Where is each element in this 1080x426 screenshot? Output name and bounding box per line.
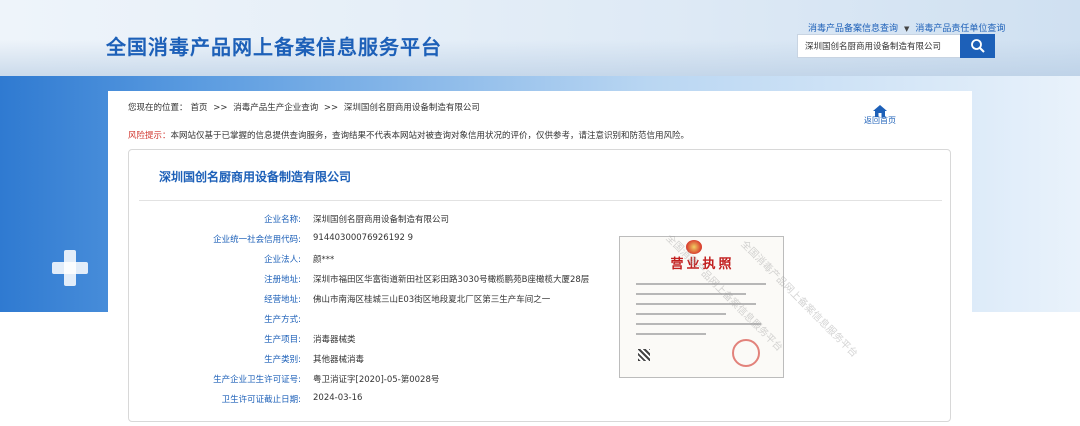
- risk-notice: 风险提示：本网站仅基于已掌握的信息提供查询服务，查询结果不代表本网站对被查询对象…: [128, 129, 689, 141]
- field-value: 消毒器械类: [313, 335, 356, 345]
- field-value: 深圳国创名厨商用设备制造有限公司: [313, 215, 450, 225]
- qr-code-icon: [638, 349, 650, 361]
- medical-cross-icon: [50, 248, 90, 288]
- field-label: 企业法人:: [264, 255, 301, 265]
- breadcrumb-enterprise-query[interactable]: 消毒产品生产企业查询: [233, 103, 318, 113]
- return-home-link[interactable]: 返回首页: [864, 105, 896, 126]
- link-unit-query[interactable]: 消毒产品责任单位查询: [915, 24, 1005, 34]
- field-value: 深圳市福田区华富街道新田社区彩田路3030号橄榄鹏苑B座橄榄大厦28层: [313, 275, 590, 285]
- field-value: 其他器械消毒: [313, 355, 365, 365]
- company-title: 深圳国创名厨商用设备制造有限公司: [159, 170, 352, 184]
- license-text-line: [636, 323, 761, 325]
- field-value: 颜***: [313, 255, 335, 265]
- field-label: 生产类别:: [264, 355, 301, 365]
- breadcrumb-current: 深圳国创名厨商用设备制造有限公司: [343, 103, 480, 113]
- breadcrumb-separator: >>: [323, 103, 339, 113]
- search-button[interactable]: [960, 34, 995, 58]
- license-text-line: [636, 313, 726, 315]
- top-links: 消毒产品备案信息查询 ▼ 消毒产品责任单位查询: [808, 21, 1011, 34]
- field-label: 卫生许可证截止日期:: [221, 395, 301, 405]
- field-label: 经营地址:: [264, 295, 301, 305]
- risk-notice-head: 风险提示：: [128, 131, 171, 141]
- official-seal-icon: [732, 339, 760, 367]
- breadcrumb-prefix: 您现在的位置：: [128, 103, 188, 113]
- field-label: 生产方式:: [264, 315, 301, 325]
- license-text-line: [636, 333, 706, 335]
- search-box: [797, 34, 995, 58]
- search-input[interactable]: [797, 34, 961, 58]
- license-text-line: [636, 283, 766, 285]
- divider: [139, 200, 942, 201]
- field-label: 企业名称:: [264, 215, 301, 225]
- search-icon: [970, 39, 985, 53]
- field-value: 佛山市南海区桂城三山E03街区地段夏北厂区第三生产车间之一: [313, 295, 551, 305]
- field-label: 注册地址:: [264, 275, 301, 285]
- risk-notice-text: 本网站仅基于已掌握的信息提供查询服务，查询结果不代表本网站对被查询对象信用状况的…: [170, 131, 690, 141]
- field-label: 企业统一社会信用代码:: [213, 235, 301, 245]
- field-label: 生产企业卫生许可证号:: [213, 375, 301, 385]
- dropdown-arrow-icon[interactable]: ▼: [904, 25, 909, 33]
- content-panel: 您现在的位置： 首页 >> 消毒产品生产企业查询 >> 深圳国创名厨商用设备制造有…: [108, 91, 972, 426]
- field-value: 粤卫消证字[2020]-05-第0028号: [313, 375, 440, 385]
- field-value: 91440300076926192 9: [313, 233, 414, 243]
- breadcrumb-separator: >>: [213, 103, 228, 113]
- field-label: 生产项目:: [264, 335, 301, 345]
- site-title: 全国消毒产品网上备案信息服务平台: [106, 35, 442, 59]
- company-card: 深圳国创名厨商用设备制造有限公司 企业名称: 深圳国创名厨商用设备制造有限公司 …: [128, 149, 951, 422]
- breadcrumb-home[interactable]: 首页: [191, 103, 208, 113]
- field-value: 2024-03-16: [313, 393, 363, 403]
- breadcrumb: 您现在的位置： 首页 >> 消毒产品生产企业查询 >> 深圳国创名厨商用设备制造有…: [128, 101, 483, 113]
- link-product-query[interactable]: 消毒产品备案信息查询: [808, 24, 898, 34]
- return-home-label: 返回首页: [864, 116, 896, 125]
